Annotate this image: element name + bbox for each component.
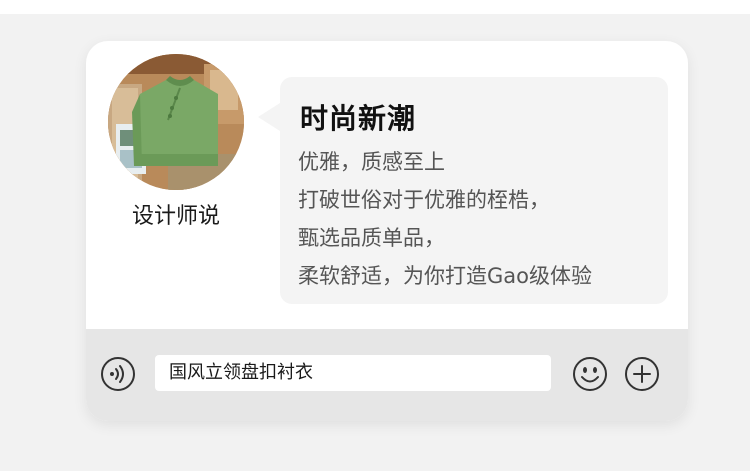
message-lines: 优雅，质感至上 打破世俗对于优雅的桎梏， 甄选品质单品， 柔软舒适，为你打造Ga… xyxy=(298,143,592,295)
speaker-name: 设计师说 xyxy=(131,204,220,229)
message-input[interactable]: 国风立领盘扣衬衣 xyxy=(155,355,551,391)
message-line: 打破世俗对于优雅的桎梏， xyxy=(298,188,550,212)
designer-avatar xyxy=(108,54,244,190)
plus-button[interactable] xyxy=(624,356,660,392)
message-bubble: 时尚新潮 优雅，质感至上 打破世俗对于优雅的桎梏， 甄选品质单品， 柔软舒适，为… xyxy=(258,77,668,304)
voice-icon xyxy=(101,357,135,391)
message-title: 时尚新潮 xyxy=(300,102,417,135)
emoji-button[interactable] xyxy=(572,356,608,392)
message-line: 优雅，质感至上 xyxy=(298,150,445,174)
voice-button[interactable] xyxy=(100,356,136,392)
input-bar: 国风立领盘扣衬衣 xyxy=(86,329,688,421)
message-line: 甄选品质单品， xyxy=(298,226,445,250)
green-shirt-photo-icon xyxy=(108,54,244,190)
chat-card: 设计师说 时尚新潮 优雅，质感至上 打破世俗对于优雅的桎梏， 甄选品质单品， 柔… xyxy=(86,41,688,421)
plus-icon xyxy=(625,357,659,391)
bubble-tail xyxy=(258,103,280,131)
smiley-icon xyxy=(573,357,607,391)
top-strip xyxy=(0,0,750,14)
message-line: 柔软舒适，为你打造Gao级体验 xyxy=(298,264,592,288)
